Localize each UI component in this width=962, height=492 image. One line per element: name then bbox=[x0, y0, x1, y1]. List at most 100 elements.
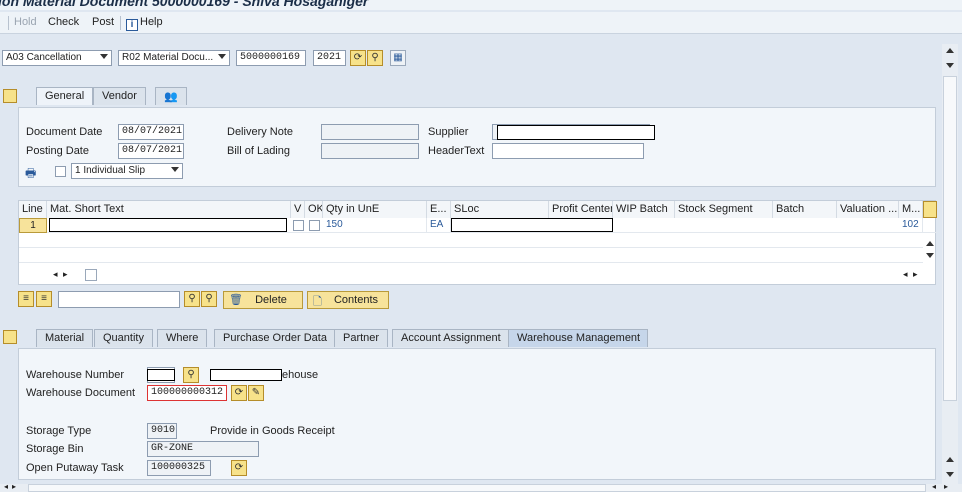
table-hscroll-right[interactable]: ◂ ▸ bbox=[899, 269, 923, 283]
v-checkbox[interactable] bbox=[293, 220, 304, 231]
toolbar-separator bbox=[120, 16, 121, 30]
scroll-up-icon[interactable] bbox=[926, 241, 934, 246]
find-next-icon[interactable]: ⚲ bbox=[201, 291, 217, 307]
help-button[interactable]: i Help bbox=[126, 16, 163, 31]
deselect-all-icon[interactable]: ≡ bbox=[36, 291, 52, 307]
printer-icon: 🖶 bbox=[25, 166, 37, 180]
table-hscroll[interactable]: ◂ ▸ bbox=[49, 269, 119, 283]
tab-partner[interactable]: Partner bbox=[334, 329, 389, 347]
document-icon: 🗋 bbox=[313, 296, 322, 308]
ok-checkbox[interactable] bbox=[309, 220, 320, 231]
document-number-input[interactable]: 5000000169 bbox=[236, 50, 306, 66]
scroll-left-icon[interactable]: ◂ bbox=[53, 269, 58, 280]
tab-general[interactable]: General bbox=[36, 87, 94, 105]
help-label: Help bbox=[140, 16, 163, 28]
qty-cell[interactable]: 150 bbox=[323, 218, 427, 233]
scroll-down-icon[interactable] bbox=[946, 472, 954, 477]
bottom-hscroll[interactable]: ◂ ▸ ◂ ▸ bbox=[0, 482, 962, 492]
scroll-up-icon[interactable] bbox=[946, 48, 954, 53]
column-header[interactable]: Batch bbox=[773, 201, 837, 218]
post-button[interactable]: Post bbox=[92, 16, 114, 28]
storage-type-input[interactable]: 9010 bbox=[147, 423, 177, 439]
chevron-down-icon bbox=[171, 167, 179, 172]
warehouse-document-input[interactable]: 100000000312 bbox=[147, 385, 227, 401]
transaction-select[interactable]: A03 Cancellation bbox=[2, 50, 112, 66]
column-header[interactable]: M... bbox=[899, 201, 923, 218]
collapse-item-icon[interactable] bbox=[3, 330, 17, 344]
putaway-task-input[interactable]: 100000325 bbox=[147, 460, 211, 476]
scroll-down-icon[interactable] bbox=[946, 63, 954, 68]
contents-button[interactable]: 🗋 Contents bbox=[307, 291, 389, 309]
column-header[interactable]: E... bbox=[427, 201, 451, 218]
table-row[interactable] bbox=[19, 233, 923, 248]
year-input[interactable]: 2021 bbox=[313, 50, 346, 66]
collapse-header-icon[interactable] bbox=[3, 89, 17, 103]
scroll-down-icon[interactable] bbox=[926, 253, 934, 258]
scroll-right-icon[interactable]: ▸ bbox=[12, 482, 16, 491]
toolbar-separator bbox=[8, 16, 9, 30]
display-document-icon[interactable]: ⟳ bbox=[231, 385, 247, 401]
page-scrollbar[interactable] bbox=[942, 44, 958, 484]
scroll-left-icon[interactable]: ◂ bbox=[4, 482, 8, 491]
storage-bin-input[interactable]: GR-ZONE bbox=[147, 441, 259, 457]
window-title: ion Material Document 5000000169 - Shiva… bbox=[0, 0, 369, 9]
item-search-input[interactable] bbox=[58, 291, 180, 308]
scroll-right-icon[interactable]: ▸ bbox=[63, 269, 68, 280]
tab-account-assignment[interactable]: Account Assignment bbox=[392, 329, 510, 347]
scroll-up-icon[interactable] bbox=[946, 457, 954, 462]
column-header[interactable]: Valuation ... bbox=[837, 201, 899, 218]
edit-document-icon[interactable]: ✎ bbox=[248, 385, 264, 401]
display-task-icon[interactable]: ⟳ bbox=[231, 460, 247, 476]
scroll-right-icon[interactable]: ▸ bbox=[913, 269, 918, 280]
tab-partners[interactable]: 👥 bbox=[155, 87, 187, 105]
column-header[interactable]: OK bbox=[305, 201, 323, 218]
table-settings-icon[interactable] bbox=[923, 201, 937, 218]
storage-type-label: Storage Type bbox=[26, 425, 92, 437]
storage-type-desc: Provide in Goods Receipt bbox=[210, 425, 335, 437]
header-text-input[interactable] bbox=[492, 143, 644, 159]
delete-button[interactable]: 🗑 Delete bbox=[223, 291, 303, 309]
tab-purchase-order-data[interactable]: Purchase Order Data bbox=[214, 329, 336, 347]
column-header[interactable]: Line bbox=[19, 201, 47, 218]
display-warehouse-icon[interactable]: ⚲ bbox=[183, 367, 199, 383]
scroll-thumb[interactable] bbox=[28, 484, 926, 492]
posting-date-input[interactable]: 08/07/2021 bbox=[118, 143, 184, 159]
scroll-right-icon[interactable]: ▸ bbox=[944, 482, 948, 491]
check-button[interactable]: Check bbox=[48, 16, 79, 28]
print-version-select[interactable]: 1 Individual Slip bbox=[71, 163, 183, 179]
table-vscroll[interactable] bbox=[923, 239, 937, 263]
list-icon[interactable]: ▦ bbox=[390, 50, 406, 66]
select-all-icon[interactable]: ≡ bbox=[18, 291, 34, 307]
hold-button[interactable]: Hold bbox=[14, 16, 37, 28]
column-header[interactable]: Qty in UnE bbox=[323, 201, 427, 218]
unit-cell[interactable]: EA bbox=[427, 218, 451, 233]
tab-where[interactable]: Where bbox=[157, 329, 208, 347]
delivery-note-input[interactable] bbox=[321, 124, 419, 140]
tab-vendor[interactable]: Vendor bbox=[93, 87, 146, 105]
tab-warehouse-management[interactable]: Warehouse Management bbox=[508, 329, 648, 347]
scroll-thumb[interactable] bbox=[943, 76, 957, 401]
scroll-left-icon[interactable]: ◂ bbox=[903, 269, 908, 280]
table-row[interactable] bbox=[19, 248, 923, 263]
bill-of-lading-input[interactable] bbox=[321, 143, 419, 159]
movement-type-cell[interactable]: 102 bbox=[899, 218, 923, 233]
column-header[interactable]: Stock Segment bbox=[675, 201, 773, 218]
tab-quantity[interactable]: Quantity bbox=[94, 329, 153, 347]
find-icon[interactable]: ⚲ bbox=[367, 50, 383, 66]
column-header[interactable]: SLoc bbox=[451, 201, 549, 218]
line-number[interactable]: 1 bbox=[19, 218, 47, 233]
column-header[interactable]: Mat. Short Text bbox=[47, 201, 291, 218]
column-header[interactable]: V bbox=[291, 201, 305, 218]
storage-bin-label: Storage Bin bbox=[26, 443, 84, 455]
tab-material[interactable]: Material bbox=[36, 329, 94, 347]
execute-icon[interactable]: ⟳ bbox=[350, 50, 366, 66]
document-date-input[interactable]: 08/07/2021 bbox=[118, 124, 184, 140]
table-row[interactable]: 1 150 EA 102 bbox=[19, 218, 937, 233]
scroll-thumb[interactable] bbox=[85, 269, 97, 281]
column-header[interactable]: Profit Center bbox=[549, 201, 613, 218]
print-checkbox[interactable] bbox=[55, 166, 66, 177]
find-icon[interactable]: ⚲ bbox=[184, 291, 200, 307]
scroll-left-icon[interactable]: ◂ bbox=[932, 482, 936, 491]
reference-select[interactable]: R02 Material Docu... bbox=[118, 50, 230, 66]
column-header[interactable]: WIP Batch bbox=[613, 201, 675, 218]
